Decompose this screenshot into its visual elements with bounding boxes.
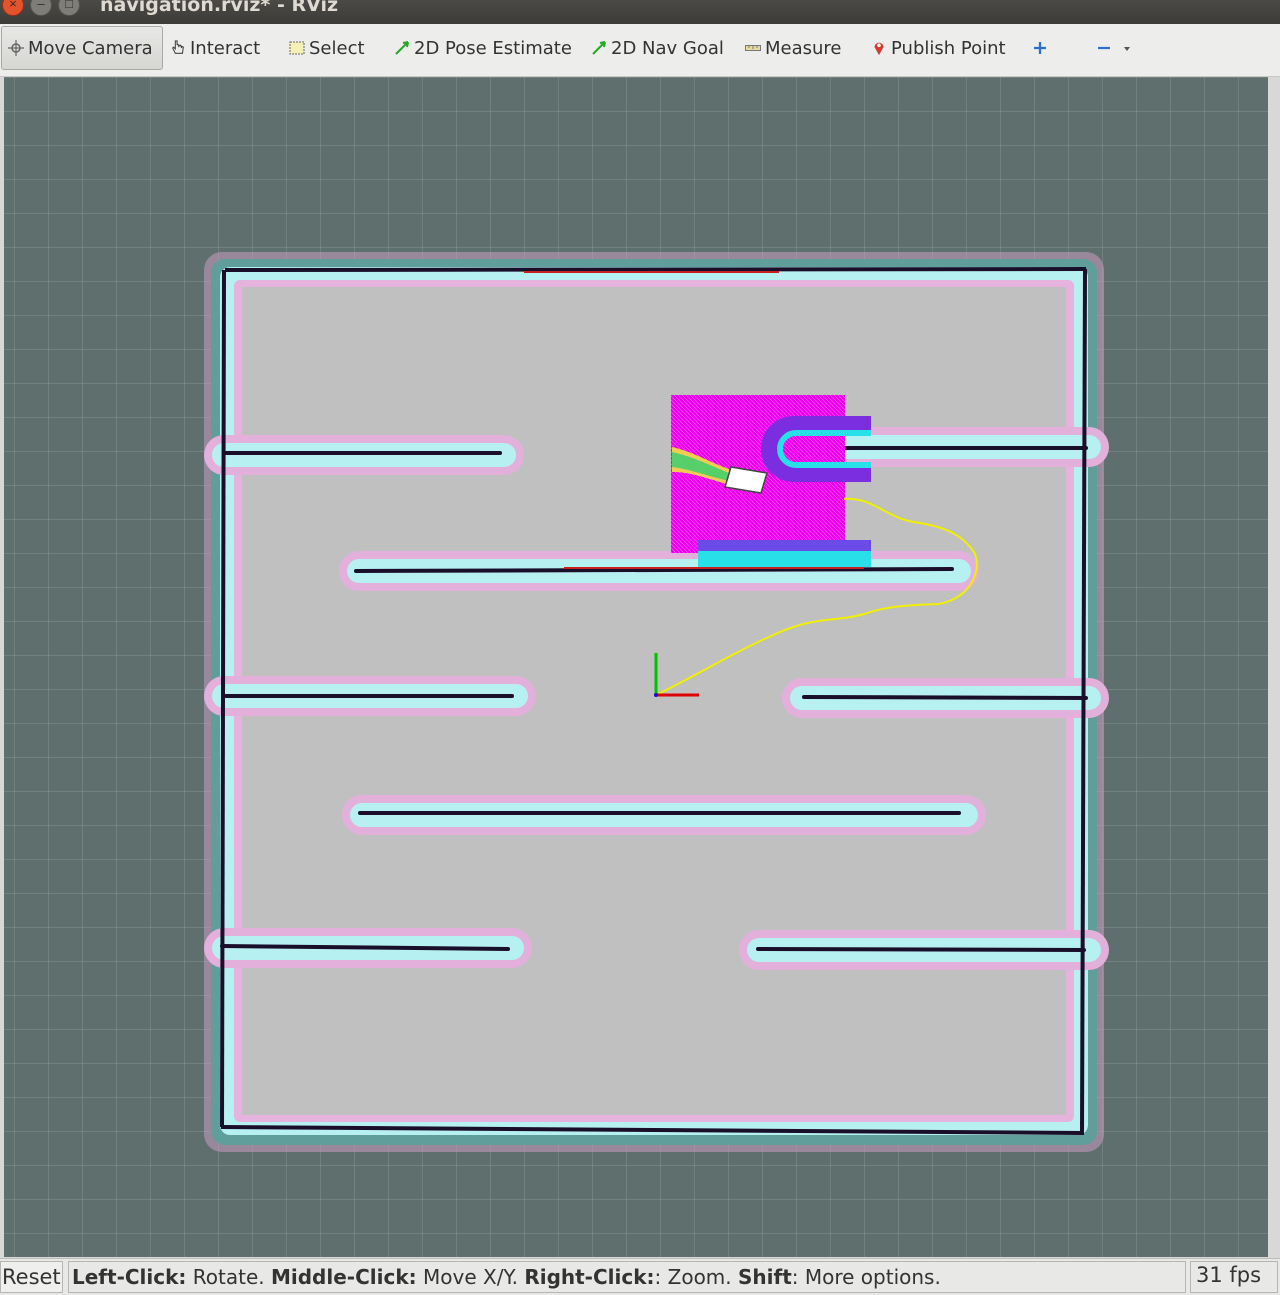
ruler-icon	[745, 45, 761, 51]
2d-pose-estimate-label: 2D Pose Estimate	[414, 37, 572, 59]
window-maximize-button[interactable]: □	[58, 0, 80, 16]
window-close-button[interactable]: ×	[2, 0, 24, 16]
chevron-down-icon	[1124, 47, 1130, 51]
window-title: navigation.rviz* - RViz	[100, 0, 339, 16]
close-icon: ×	[9, 0, 17, 11]
minimize-icon: –	[37, 0, 45, 11]
remove-tool-button[interactable]	[1097, 26, 1111, 70]
window-minimize-button[interactable]: –	[30, 0, 52, 16]
boundary-top	[224, 267, 1087, 272]
2d-pose-estimate-tool[interactable]: 2D Pose Estimate	[394, 26, 572, 70]
right-click-action: : Zoom.	[654, 1265, 738, 1289]
map-canvas	[4, 77, 1268, 1257]
move-camera-tool[interactable]: Move Camera	[1, 26, 163, 70]
move-camera-label: Move Camera	[28, 37, 153, 59]
local-costmap-wall-bottom	[698, 540, 871, 552]
wall-obstacle	[354, 567, 954, 573]
publish-point-tool[interactable]: Publish Point	[871, 26, 1006, 70]
interact-label: Interact	[190, 37, 261, 59]
window-titlebar: × – □ navigation.rviz* - RViz	[0, 0, 1280, 24]
left-click-key: Left-Click:	[72, 1265, 187, 1289]
wall-obstacle	[756, 947, 1086, 952]
status-bar: Reset Left-Click: Rotate. Middle-Click: …	[0, 1258, 1280, 1295]
shift-action: : More options.	[791, 1265, 941, 1289]
middle-click-key: Middle-Click:	[270, 1265, 417, 1289]
map-pin-icon	[874, 42, 884, 56]
right-dock-edge	[1268, 77, 1280, 1257]
plus-icon	[1034, 42, 1046, 54]
middle-click-action: Move X/Y.	[416, 1265, 525, 1289]
3d-render-viewport[interactable]	[4, 77, 1268, 1257]
boundary-left	[220, 269, 226, 1128]
reset-button[interactable]: Reset	[0, 1261, 63, 1293]
measure-label: Measure	[765, 37, 842, 59]
move-camera-icon	[8, 40, 24, 56]
select-label: Select	[309, 37, 365, 59]
maximize-icon: □	[65, 0, 73, 11]
green-arrow-icon	[395, 41, 409, 55]
tools-toolbar: Move Camera Interact Select 2D Pose Esti…	[0, 24, 1280, 77]
left-click-action: Rotate.	[186, 1265, 271, 1289]
green-arrow-icon	[592, 41, 606, 55]
2d-nav-goal-label: 2D Nav Goal	[611, 37, 724, 59]
local-costmap-wall-bottom-cyan	[698, 551, 871, 567]
axis-origin	[654, 693, 658, 697]
hand-pointer-icon	[172, 40, 184, 54]
local-costmap	[671, 395, 871, 567]
right-click-key: Right-Click:	[524, 1265, 655, 1289]
status-help-text: Left-Click: Rotate. Middle-Click: Move X…	[68, 1261, 1186, 1293]
fps-counter: 31 fps	[1190, 1261, 1278, 1293]
select-tool[interactable]: Select	[289, 26, 365, 70]
shift-key: Shift	[738, 1265, 792, 1289]
remove-tool-dropdown[interactable]	[1122, 26, 1132, 70]
interact-tool[interactable]: Interact	[170, 26, 260, 70]
minus-icon	[1098, 46, 1110, 50]
add-tool-button[interactable]	[1033, 26, 1047, 70]
2d-nav-goal-tool[interactable]: 2D Nav Goal	[591, 26, 724, 70]
wall-obstacle	[802, 695, 1088, 700]
publish-point-label: Publish Point	[891, 37, 1006, 59]
select-box-icon	[289, 41, 305, 55]
measure-tool[interactable]: Measure	[745, 26, 842, 70]
